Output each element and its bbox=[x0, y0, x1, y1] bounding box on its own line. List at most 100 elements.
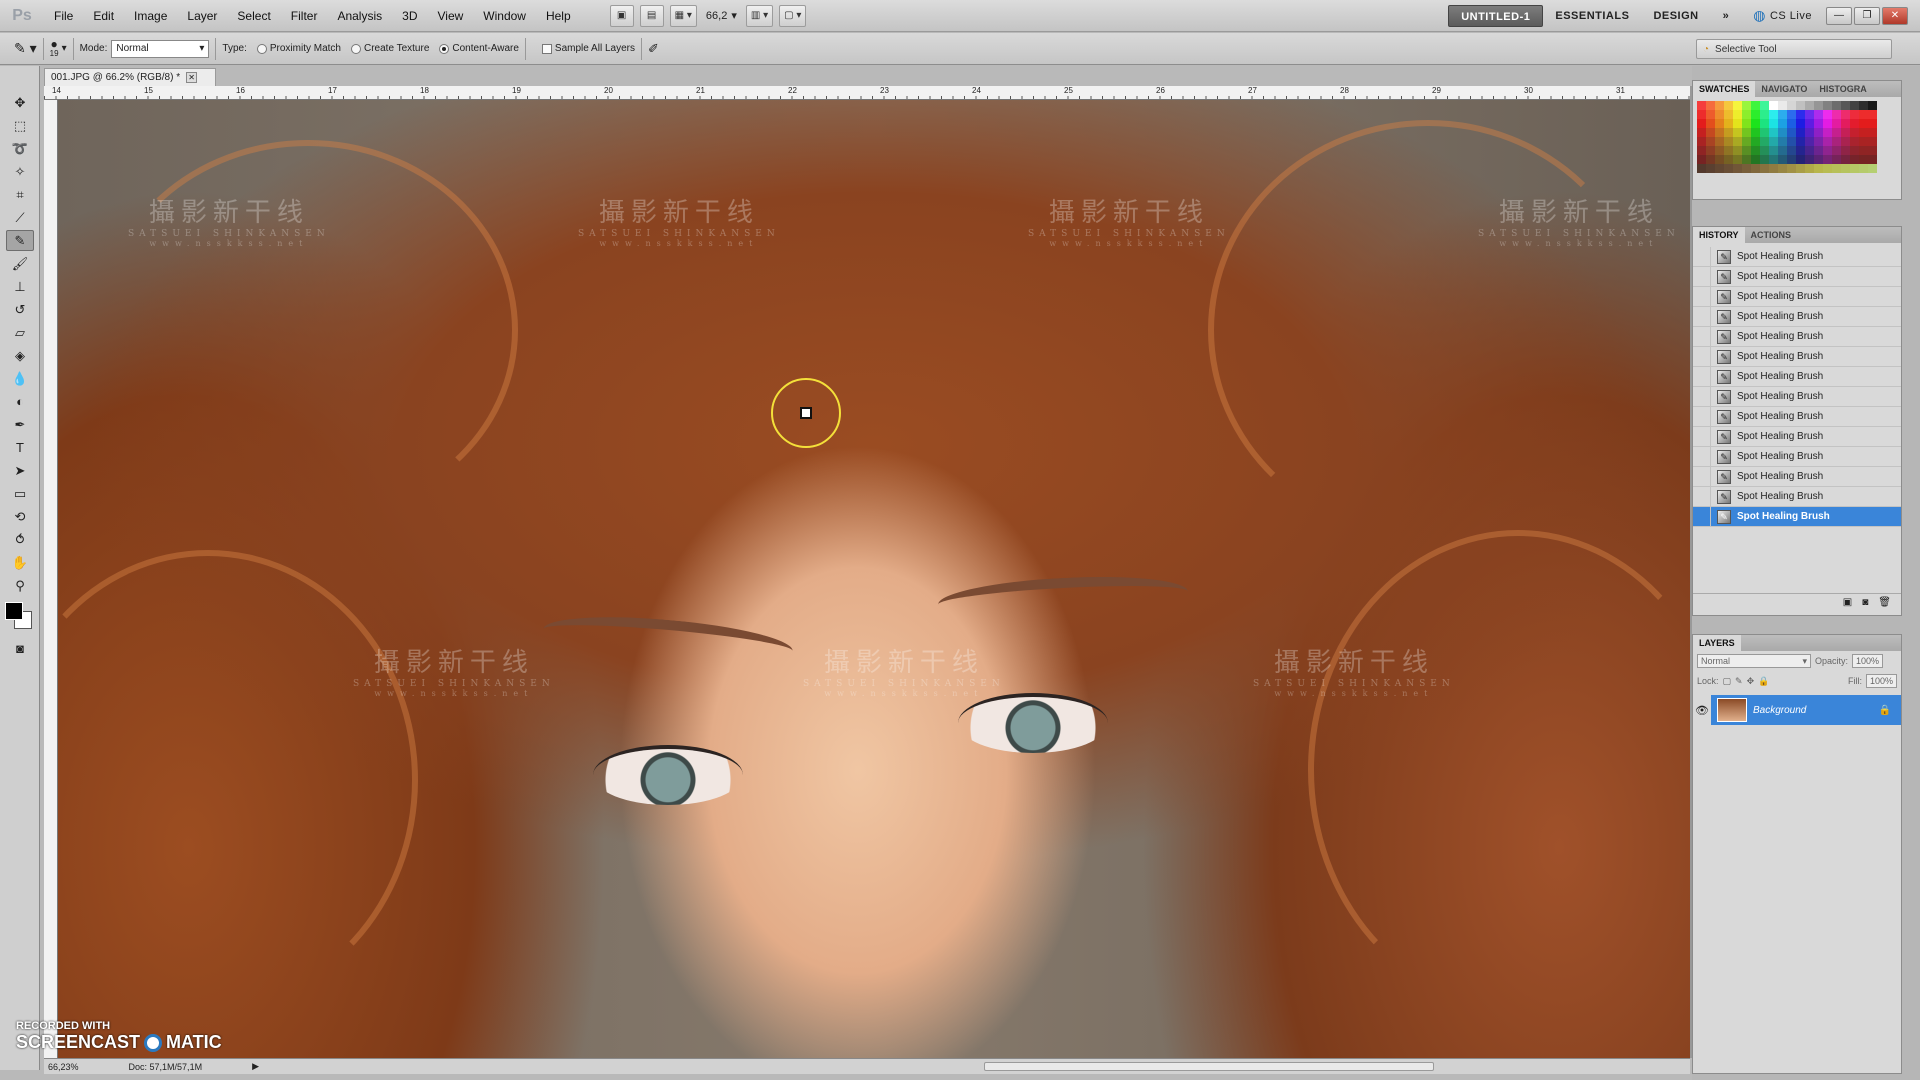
history-brush-source-toggle[interactable] bbox=[1693, 486, 1711, 507]
menu-window[interactable]: Window bbox=[473, 9, 536, 23]
color-swatch[interactable] bbox=[1742, 137, 1751, 146]
color-swatch[interactable] bbox=[1823, 101, 1832, 110]
color-swatch[interactable] bbox=[1805, 155, 1814, 164]
color-swatch[interactable] bbox=[1769, 146, 1778, 155]
lock-position-icon[interactable]: ✥ bbox=[1747, 676, 1755, 687]
color-swatch[interactable] bbox=[1733, 128, 1742, 137]
screen-mode-button[interactable]: ▢ ▾ bbox=[779, 4, 807, 27]
proximity-match-radio[interactable]: Proximity Match bbox=[256, 43, 341, 54]
color-swatch[interactable] bbox=[1778, 110, 1787, 119]
tool-preset-picker[interactable]: ✎ ▾ bbox=[14, 40, 37, 57]
color-swatch[interactable] bbox=[1742, 110, 1751, 119]
color-swatch[interactable] bbox=[1787, 128, 1796, 137]
color-swatch[interactable] bbox=[1805, 128, 1814, 137]
color-swatch[interactable] bbox=[1832, 119, 1841, 128]
color-swatch[interactable] bbox=[1778, 137, 1787, 146]
color-swatch[interactable] bbox=[1769, 128, 1778, 137]
color-swatch[interactable] bbox=[1796, 137, 1805, 146]
menu-analysis[interactable]: Analysis bbox=[327, 9, 392, 23]
color-swatch[interactable] bbox=[1850, 110, 1859, 119]
color-swatch[interactable] bbox=[1823, 146, 1832, 155]
color-swatch[interactable] bbox=[1697, 137, 1706, 146]
color-swatch[interactable] bbox=[1859, 119, 1868, 128]
color-swatch[interactable] bbox=[1760, 146, 1769, 155]
lock-paint-icon[interactable]: ✎ bbox=[1735, 676, 1743, 687]
more-workspaces-button[interactable]: » bbox=[1711, 10, 1742, 22]
hand-tool[interactable]: ✋ bbox=[6, 552, 34, 573]
color-swatch[interactable] bbox=[1778, 101, 1787, 110]
menu-select[interactable]: Select bbox=[227, 9, 280, 23]
color-swatch[interactable] bbox=[1787, 119, 1796, 128]
document-tab[interactable]: 001.JPG @ 66.2% (RGB/8) * ✕ bbox=[44, 68, 216, 86]
chevron-down-icon[interactable]: ▾ bbox=[62, 43, 67, 54]
color-swatch[interactable] bbox=[1778, 119, 1787, 128]
lock-transparent-icon[interactable]: ▢ bbox=[1723, 676, 1732, 687]
color-swatch[interactable] bbox=[1787, 164, 1796, 173]
image-canvas[interactable]: 攝影新干线 SATSUEI SHINKANSEN www.nsskkss.net… bbox=[58, 100, 1690, 1058]
color-swatch[interactable] bbox=[1841, 155, 1850, 164]
history-item[interactable]: ✎ Spot Healing Brush bbox=[1693, 326, 1901, 347]
color-swatch[interactable] bbox=[1787, 155, 1796, 164]
tab-histogram[interactable]: HISTOGRA bbox=[1813, 81, 1872, 97]
color-swatch[interactable] bbox=[1706, 101, 1715, 110]
color-swatch[interactable] bbox=[1742, 128, 1751, 137]
opacity-field[interactable]: 100% bbox=[1852, 654, 1884, 668]
color-swatch[interactable] bbox=[1778, 128, 1787, 137]
color-swatch[interactable] bbox=[1715, 155, 1724, 164]
history-brush-source-toggle[interactable] bbox=[1693, 386, 1711, 407]
tab-layers[interactable]: LAYERS bbox=[1693, 635, 1741, 651]
workspace-design[interactable]: DESIGN bbox=[1641, 10, 1710, 22]
zoom-level-select[interactable]: 66,2 ▾ bbox=[700, 9, 743, 23]
color-swatch[interactable] bbox=[1859, 155, 1868, 164]
color-swatch[interactable] bbox=[1751, 137, 1760, 146]
color-swatch[interactable] bbox=[1724, 101, 1733, 110]
color-swatch[interactable] bbox=[1796, 119, 1805, 128]
color-swatch[interactable] bbox=[1823, 110, 1832, 119]
close-document-icon[interactable]: ✕ bbox=[186, 72, 198, 83]
snapshot-icon[interactable]: ◙ bbox=[1862, 597, 1868, 608]
color-swatch[interactable] bbox=[1796, 146, 1805, 155]
color-swatch[interactable] bbox=[1769, 164, 1778, 173]
color-swatch[interactable] bbox=[1724, 146, 1733, 155]
color-swatch[interactable] bbox=[1823, 155, 1832, 164]
color-swatch[interactable] bbox=[1742, 164, 1751, 173]
color-swatch[interactable] bbox=[1850, 137, 1859, 146]
clone-stamp-tool[interactable]: ⊥ bbox=[6, 276, 34, 297]
color-swatch[interactable] bbox=[1823, 128, 1832, 137]
color-swatch[interactable] bbox=[1733, 146, 1742, 155]
workspace-essentials[interactable]: ESSENTIALS bbox=[1543, 10, 1641, 22]
quick-selection-tool[interactable]: ✧ bbox=[6, 161, 34, 182]
close-button[interactable]: ✕ bbox=[1882, 6, 1908, 25]
color-swatch[interactable] bbox=[1697, 128, 1706, 137]
color-chips[interactable] bbox=[5, 602, 35, 632]
history-item[interactable]: ✎ Spot Healing Brush bbox=[1693, 266, 1901, 287]
color-swatch[interactable] bbox=[1832, 101, 1841, 110]
history-item[interactable]: ✎ Spot Healing Brush bbox=[1693, 406, 1901, 427]
brush-tool[interactable]: 🖌 bbox=[6, 253, 34, 274]
tab-navigator[interactable]: NAVIGATO bbox=[1755, 81, 1813, 97]
layer-row-background[interactable]: 👁 Background 🔒 bbox=[1693, 695, 1901, 725]
color-swatch[interactable] bbox=[1706, 164, 1715, 173]
color-swatch[interactable] bbox=[1859, 137, 1868, 146]
color-swatch[interactable] bbox=[1859, 128, 1868, 137]
color-swatch[interactable] bbox=[1859, 101, 1868, 110]
cs-live-button[interactable]: ◍ CS Live bbox=[1741, 7, 1824, 24]
color-swatch[interactable] bbox=[1697, 110, 1706, 119]
shape-tool[interactable]: ▭ bbox=[6, 483, 34, 504]
history-item[interactable]: ✎ Spot Healing Brush bbox=[1693, 506, 1901, 527]
trash-icon[interactable]: 🗑 bbox=[1878, 597, 1891, 608]
new-document-from-state-icon[interactable]: ▣ bbox=[1843, 597, 1852, 608]
color-swatch[interactable] bbox=[1868, 119, 1877, 128]
workspace-untitled[interactable]: UNTITLED-1 bbox=[1448, 4, 1544, 27]
color-swatch[interactable] bbox=[1814, 119, 1823, 128]
color-swatch[interactable] bbox=[1742, 101, 1751, 110]
color-swatch[interactable] bbox=[1778, 146, 1787, 155]
color-swatch[interactable] bbox=[1850, 119, 1859, 128]
view-extras-button[interactable]: ▦ ▾ bbox=[669, 4, 697, 27]
arrange-documents-button[interactable]: ▥ ▾ bbox=[745, 4, 774, 27]
color-swatch[interactable] bbox=[1814, 101, 1823, 110]
color-swatch[interactable] bbox=[1850, 164, 1859, 173]
crop-tool[interactable]: ⌗ bbox=[6, 184, 34, 205]
color-swatch[interactable] bbox=[1868, 110, 1877, 119]
color-swatch[interactable] bbox=[1832, 155, 1841, 164]
